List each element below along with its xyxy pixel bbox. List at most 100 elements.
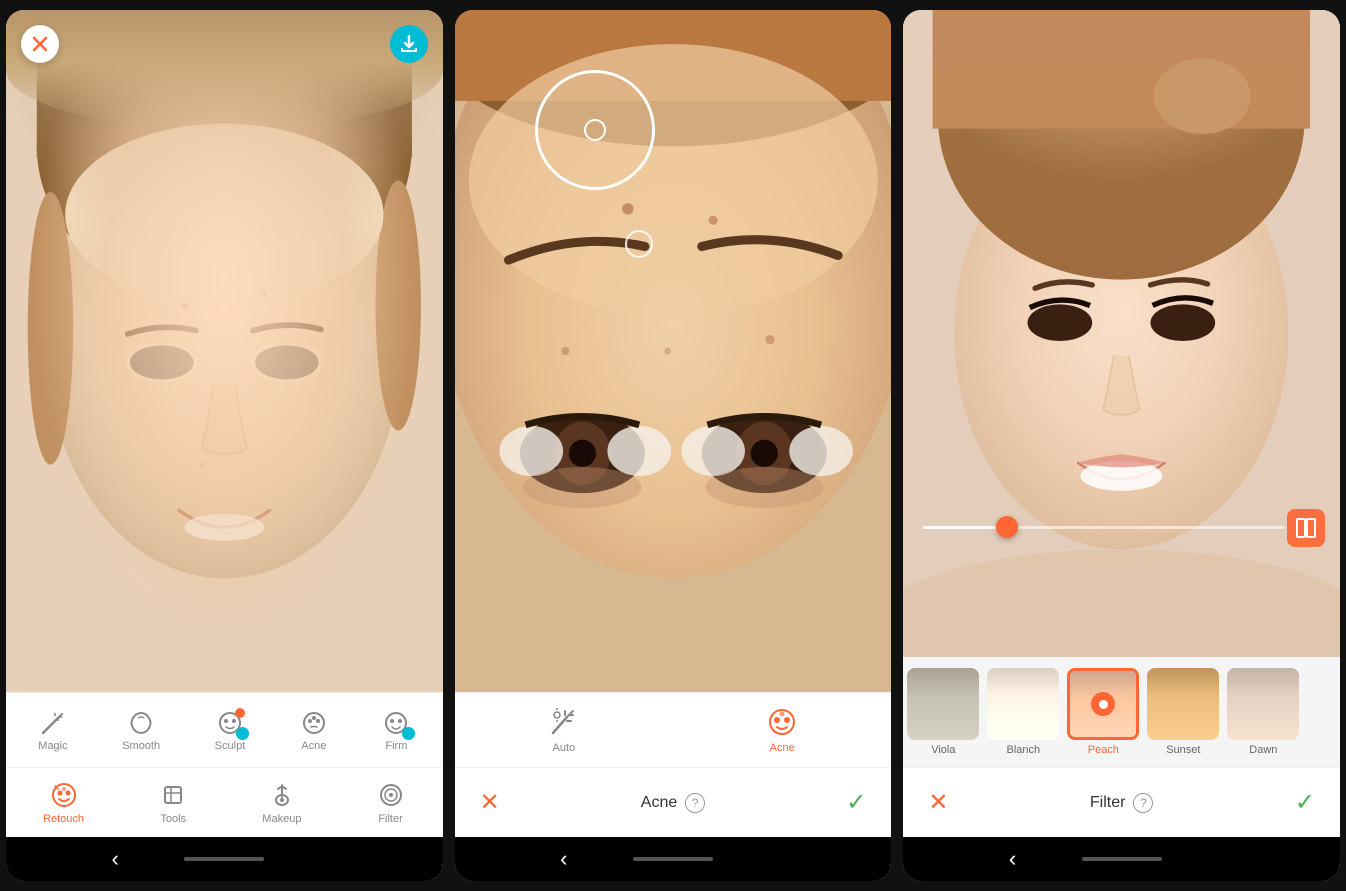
back-arrow-3[interactable]: ‹ [1009,846,1016,872]
close-icon [32,36,48,52]
tool-magic[interactable]: Magic [30,705,75,756]
filter-viola[interactable]: Viola [903,668,983,756]
filter-label-sunset: Sunset [1166,744,1200,756]
photo-area-2 [455,10,892,692]
panel-retouch: Magic Smooth [6,10,443,881]
acne-title: Acne [641,794,677,812]
inner-circle [584,119,606,141]
filter-label-dawn: Dawn [1249,744,1277,756]
firm-badge-teal [402,727,415,740]
download-button[interactable] [390,25,428,63]
home-indicator-2 [633,857,713,861]
tab-filter[interactable]: Filter [364,776,418,829]
sculpt-badge-orange [235,708,245,718]
filter-thumb-dawn [1227,668,1299,740]
filter-label-blanch: Blanch [1007,744,1041,756]
acne-help-icon[interactable]: ? [685,793,705,813]
compare-icon [1295,517,1317,539]
photo-area-3 [903,10,1340,657]
cancel-button-2[interactable]: ✕ [480,788,500,817]
auto-label: Auto [553,742,576,754]
magic-icon [39,709,67,737]
filter-title: Filter [1090,794,1126,812]
back-arrow-1[interactable]: ‹ [111,846,118,872]
tool-auto[interactable]: Auto [548,706,580,754]
face-svg-1 [6,10,443,692]
acne-label: Acne [301,740,326,752]
nav-bar-1: ‹ [6,837,443,881]
main-tabs-1: Retouch Tools [6,767,443,837]
filter-thumb-blanch [987,668,1059,740]
filter-title-area: Filter ? [1090,793,1154,813]
tools-tab-icon [158,780,188,810]
filter-thumb-sunset [1147,668,1219,740]
retouch-tab-label: Retouch [43,813,84,825]
tool-firm[interactable]: Firm [374,705,418,756]
acne-toolbar: Auto Acne [455,692,892,767]
sculpt-icon [216,709,244,737]
filter-slider-container [923,512,1285,542]
makeup-tab-label: Makeup [262,813,301,825]
nav-bar-3: ‹ [903,837,1340,881]
face-svg-3 [903,10,1340,657]
magic-label: Magic [38,740,67,752]
home-indicator-3 [1082,857,1162,861]
retouch-tab-icon [49,780,79,810]
tab-retouch[interactable]: Retouch [31,776,96,829]
confirm-button-2[interactable]: ✓ [846,788,866,817]
acne-icon [300,709,328,737]
filter-selected-circle [1091,692,1115,716]
home-indicator-1 [184,857,264,861]
tool-acne-active[interactable]: Acne [766,706,798,754]
tab-tools[interactable]: Tools [146,776,200,829]
auto-tool-icon [548,706,580,738]
filter-dawn[interactable]: Dawn [1223,668,1303,756]
face-photo-1 [6,10,443,692]
panel1-header [21,25,428,63]
tool-acne[interactable]: Acne [292,705,336,756]
sculpt-label: Sculpt [215,740,246,752]
filter-slider-track [923,526,1285,529]
tools-tab-label: Tools [160,813,186,825]
action-bar-2: ✕ Acne ? ✓ [455,767,892,837]
confirm-button-3[interactable]: ✓ [1295,788,1315,817]
filter-strip: Viola Blanch Peach [903,657,1340,767]
compare-button[interactable] [1287,509,1325,547]
tool-smooth[interactable]: Smooth [114,705,168,756]
panel-filter: Viola Blanch Peach [903,10,1340,881]
filter-face-blanch [987,668,1059,740]
back-arrow-2[interactable]: ‹ [560,846,567,872]
smooth-icon [127,709,155,737]
filter-blanch[interactable]: Blanch [983,668,1063,756]
action-bar-3: ✕ Filter ? ✓ [903,767,1340,837]
tab-makeup[interactable]: Makeup [250,776,313,829]
filter-slider-thumb[interactable] [996,516,1018,538]
filter-face-sunset [1147,668,1219,740]
large-circle-selector[interactable] [535,70,655,190]
acne-title-area: Acne ? [641,793,705,813]
filter-thumb-peach [1067,668,1139,740]
filter-face-viola [907,668,979,740]
small-circle-selector[interactable] [625,230,653,258]
photo-area-1 [6,10,443,692]
acne-tool-icon-active [766,706,798,738]
filter-help-icon[interactable]: ? [1133,793,1153,813]
smooth-label: Smooth [122,740,160,752]
sculpt-badge-teal [236,727,249,740]
filter-peach[interactable]: Peach [1063,668,1143,756]
filter-tab-icon [376,780,406,810]
acne-active-label: Acne [770,742,795,754]
tool-sculpt[interactable]: Sculpt [207,705,254,756]
face-svg-2 [455,10,892,692]
filter-label-peach: Peach [1088,744,1119,756]
filter-thumb-viola [907,668,979,740]
makeup-tab-icon [267,780,297,810]
close-button[interactable] [21,25,59,63]
filter-label-viola: Viola [931,744,955,756]
firm-icon [382,709,410,737]
panel-acne: Auto Acne ✕ Acne ? [455,10,892,881]
firm-label: Firm [385,740,407,752]
filter-tab-label: Filter [378,813,402,825]
cancel-button-3[interactable]: ✕ [928,788,948,817]
filter-sunset[interactable]: Sunset [1143,668,1223,756]
